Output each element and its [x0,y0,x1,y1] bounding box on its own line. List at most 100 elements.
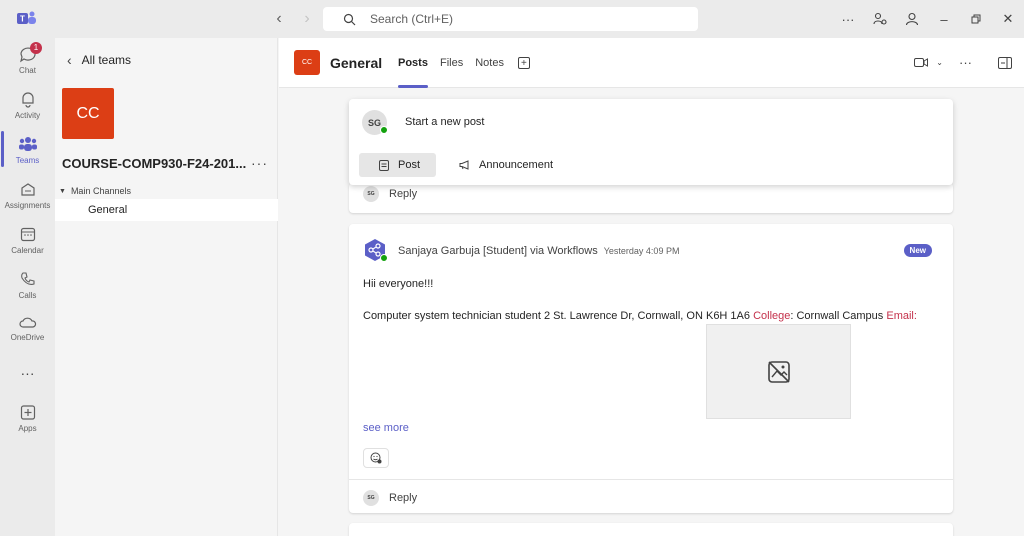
channel-title: General [330,55,383,71]
restore-icon[interactable] [960,0,992,38]
channel-header: CC General Posts Files Notes + ⌄ ··· [279,38,1024,88]
rail-label: Calendar [11,246,44,255]
all-teams-link[interactable]: ‹ All teams [67,52,131,68]
broken-image-icon [767,360,790,383]
add-reaction-button[interactable] [363,448,389,468]
rail-item-onedrive[interactable]: OneDrive [0,315,55,342]
rail-item-chat[interactable]: 1 Chat [0,42,55,75]
history-nav: ‹ › [272,11,314,27]
message-author-line: Sanjaya Garbuja [Student] via Workflows Y… [398,245,679,257]
announcement-button[interactable]: Announcement [459,153,553,177]
minimize-icon[interactable]: – [928,0,960,38]
profile-icon[interactable] [896,0,928,38]
rail-label: Chat [19,66,36,75]
rail-label: Activity [14,111,41,120]
divider [349,479,953,480]
message-college-label: College [753,310,791,322]
caret-down-icon: ▼ [59,187,66,195]
tab-posts[interactable]: Posts [398,38,428,88]
rail-item-calls[interactable]: Calls [0,271,55,300]
post-button[interactable]: Post [359,153,436,177]
rail-label: Calls [18,291,37,300]
rail-label: Apps [18,424,37,433]
message-text: : Cornwall Campus [790,310,887,322]
cloud-icon [18,317,36,328]
message-email-label: Email: [886,310,917,322]
window-controls: ··· – ✕ [832,0,1024,38]
channel-tabs: Posts Files Notes + [398,38,530,88]
next-message-card [349,523,953,536]
main-channels-section[interactable]: ▼ Main Channels [59,186,131,196]
rail-label: Assignments [4,201,51,210]
new-post-composer: SG Start a new post Post Announcement [349,99,953,185]
reply-label: Reply [389,188,418,200]
message-author[interactable]: Sanjaya Garbuja [Student] via Workflows [398,245,598,257]
megaphone-icon [459,160,469,170]
close-icon[interactable]: ✕ [992,0,1024,38]
channel-info-panel-icon[interactable] [998,56,1012,69]
tab-files[interactable]: Files [440,38,463,88]
add-tab-icon[interactable]: + [517,57,530,69]
header-actions: ⌄ ··· [914,55,1012,70]
post-label: Post [398,159,421,171]
new-badge: New [903,244,932,257]
presence-available-icon [380,126,388,134]
more-options-icon[interactable]: ··· [832,0,864,38]
rail-item-apps[interactable]: Apps [0,404,55,433]
rail-item-activity[interactable]: Activity [0,91,55,120]
team-name[interactable]: COURSE-COMP930-F24-201... [62,156,246,171]
posts-feed: SG Start a new post Post Announcement SG… [279,89,1024,536]
bell-icon [21,92,34,108]
channel-item-general[interactable]: General [55,199,278,221]
forward-arrow-icon[interactable]: › [300,11,314,27]
message-timestamp: Yesterday 4:09 PM [603,246,680,256]
more-options-icon[interactable]: ··· [959,55,972,70]
rail-item-calendar[interactable]: Calendar [0,226,55,255]
app-rail: 1 Chat Activity Teams Assignments Calend… [0,38,55,536]
apps-add-icon [20,405,35,420]
rail-item-teams[interactable]: Teams [0,131,55,167]
tab-notes[interactable]: Notes [475,38,504,88]
message-card: Sanjaya Garbuja [Student] via Workflows Y… [349,224,953,513]
search-icon [343,13,356,25]
rail-item-assignments[interactable]: Assignments [0,181,55,210]
see-more-link[interactable]: see more [363,422,409,434]
emoji-add-icon [370,452,382,464]
phone-icon [20,272,35,285]
post-icon [379,159,389,171]
svg-text:T: T [20,15,25,24]
message-line-2: Computer system technician student 2 St.… [363,310,917,322]
search-input[interactable] [370,12,670,26]
rail-label: OneDrive [10,333,45,342]
chevron-down-icon[interactable]: ⌄ [936,58,943,67]
message-line-1: Hii everyone!!! [363,278,434,290]
announcement-label: Announcement [479,159,553,171]
start-new-post[interactable]: Start a new post [405,116,485,128]
teams-logo-icon: T [17,11,36,24]
back-arrow-icon[interactable]: ‹ [272,11,286,27]
chat-badge: 1 [30,42,42,54]
thread-card: SG Reply [349,183,953,213]
avatar: SG [363,490,379,506]
team-avatar: CC [62,88,114,139]
chevron-left-icon: ‹ [67,52,72,68]
all-teams-label: All teams [81,53,132,67]
calendar-icon [20,227,35,242]
search-box[interactable] [323,7,698,31]
title-bar: T ‹ › ··· – ✕ [0,0,1024,38]
team-more-options-icon[interactable]: ··· [251,155,268,171]
team-panel: ‹ All teams CC COURSE-COMP930-F24-201...… [55,38,278,536]
rail-label: Teams [15,156,40,165]
presence-available-icon [380,254,388,262]
rail-more-apps[interactable]: ··· [0,365,55,381]
reply-label: Reply [389,492,418,504]
image-placeholder[interactable] [706,324,851,419]
avatar: SG [363,186,379,202]
teams-icon [18,137,37,151]
video-camera-icon[interactable] [914,57,929,68]
assignments-icon [20,183,35,196]
reply-row[interactable]: SG Reply [349,483,953,513]
people-settings-icon[interactable] [864,0,896,38]
message-text: Computer system technician student 2 St.… [363,310,754,322]
channel-avatar: CC [294,50,320,75]
